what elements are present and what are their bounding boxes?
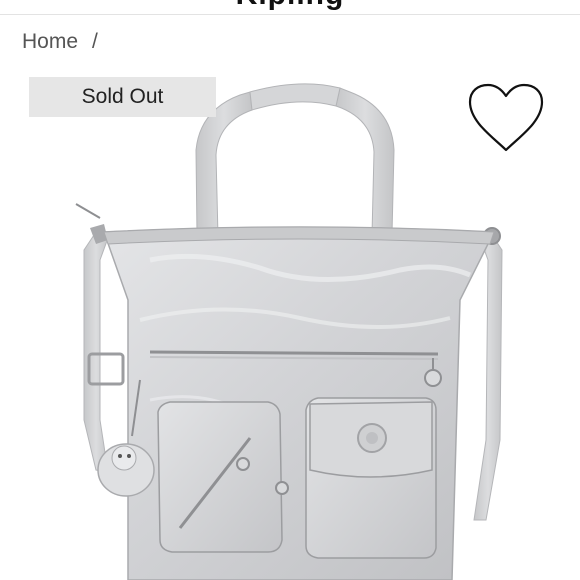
shoulder-strap-right [473,231,503,521]
breadcrumb-separator: / [92,30,98,53]
header-title: Kipling [0,0,580,12]
heart-outline-icon [468,83,544,152]
front-zipper [149,350,439,356]
wishlist-button[interactable] [466,82,546,154]
site-header: Kipling [0,0,580,15]
product-page: Kipling Home / [0,0,580,580]
sold-out-badge: Sold Out [29,77,216,117]
breadcrumb-home-link[interactable]: Home [22,30,78,54]
shoulder-strap-left [83,231,109,473]
breadcrumb: Home / [22,30,98,54]
